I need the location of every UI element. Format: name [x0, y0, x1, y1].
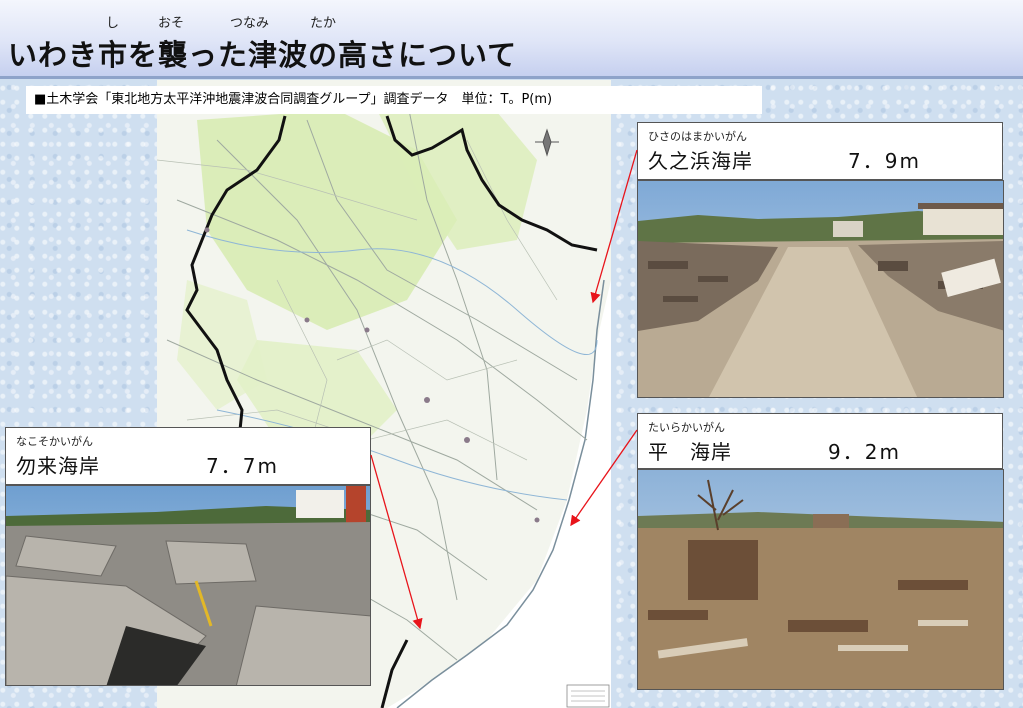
page-header: し おそ つなみ たか いわき市を襲った津波の高さについて	[0, 0, 1023, 79]
title-ruby: し	[106, 16, 120, 31]
site-label-taira: たいらかいがん 平 海岸 9．2m	[637, 413, 1003, 469]
site-name: 勿来海岸	[16, 454, 100, 478]
photo-image	[638, 181, 1003, 397]
site-photo-nakoso	[5, 485, 371, 686]
site-name: 久之浜海岸	[648, 149, 753, 173]
site-photo-hisanohama	[637, 180, 1004, 398]
title-ruby: つなみ	[230, 16, 270, 31]
source-note: ■土木学会「東北地方太平洋沖地震津波合同調査グループ」調査データ 単位：T。P(…	[26, 86, 762, 114]
site-height: 7．7m	[206, 454, 279, 478]
site-label-nakoso: なこそかいがん 勿来海岸 7．7m	[5, 427, 371, 485]
site-height: 9．2m	[828, 440, 901, 464]
site-furigana: ひさのはまかいがん	[648, 130, 747, 143]
title-ruby: おそ	[158, 16, 185, 31]
site-furigana: なこそかいがん	[16, 435, 93, 448]
page-title: いわき市を襲った津波の高さについて	[8, 38, 518, 72]
photo-image	[6, 486, 370, 685]
site-name: 平 海岸	[648, 440, 732, 464]
site-photo-taira	[637, 469, 1004, 690]
title-ruby: たか	[310, 16, 337, 31]
photo-image	[638, 470, 1003, 689]
site-furigana: たいらかいがん	[648, 421, 725, 434]
site-label-hisanohama: ひさのはまかいがん 久之浜海岸 7．9m	[637, 122, 1003, 180]
site-height: 7．9m	[848, 149, 921, 173]
